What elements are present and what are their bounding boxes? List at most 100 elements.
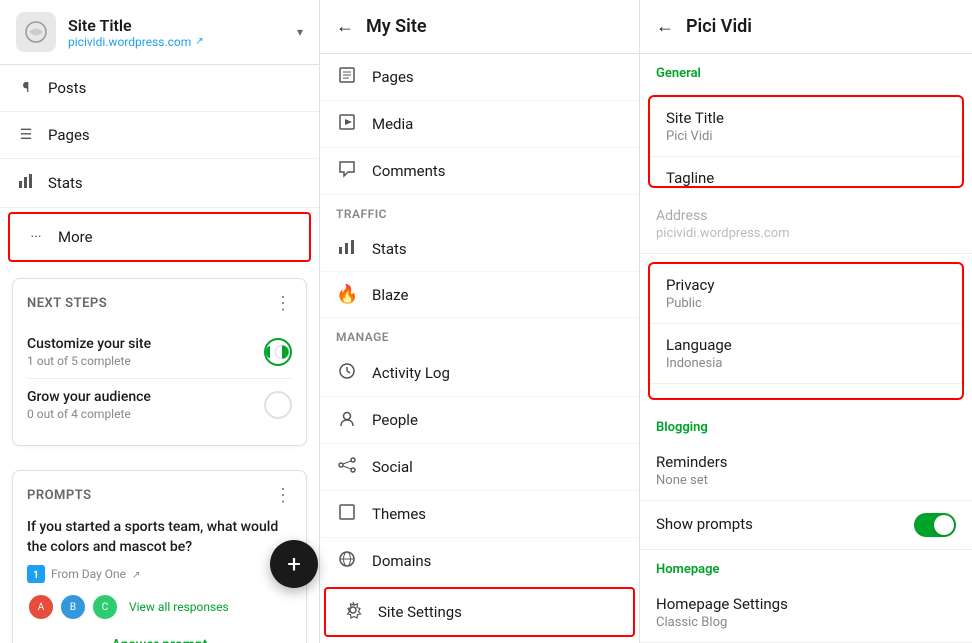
view-all-link[interactable]: View all responses — [129, 600, 229, 614]
setting-label-homepage: Homepage Settings — [656, 595, 956, 613]
menu-item-domains[interactable]: Domains — [320, 538, 639, 585]
site-url: picividi.wordpress.com ↗ — [68, 35, 285, 49]
prompts-question: If you started a sports team, what would… — [27, 518, 292, 557]
settings-icon — [342, 601, 364, 623]
step-customize[interactable]: Customize your site 1 out of 5 complete — [27, 326, 292, 379]
pages-icon — [336, 66, 358, 88]
setting-reminders[interactable]: Reminders None set — [640, 441, 972, 501]
middle-panel: ← My Site Pages Media Comments Traffic — [320, 0, 640, 643]
middle-panel-title: My Site — [366, 16, 427, 37]
manage-section-label: Manage — [320, 318, 639, 350]
setting-value-language: Indonesia — [666, 356, 946, 371]
step-subtitle-customize: 1 out of 5 complete — [27, 354, 151, 368]
setting-label-timezone: Timezone — [666, 396, 946, 400]
menu-item-social[interactable]: Social — [320, 444, 639, 491]
setting-language[interactable]: Language Indonesia — [650, 324, 962, 384]
general-settings-group: Site Title Pici Vidi Tagline Apa Saja Ad… — [648, 95, 964, 188]
prompt-avatars: A B C View all responses — [27, 593, 292, 621]
right-panel: ← Pici Vidi General Site Title Pici Vidi… — [640, 0, 972, 643]
right-panel-header: ← Pici Vidi — [640, 0, 972, 54]
menu-section-traffic: Stats 🔥 Blaze — [320, 227, 639, 318]
back-arrow-icon[interactable]: ← — [336, 16, 354, 37]
prompts-header: Prompts ⋮ — [27, 485, 292, 506]
card-header: Next Steps ⋮ — [27, 293, 292, 314]
menu-label-pages: Pages — [372, 68, 414, 86]
nav-item-posts[interactable]: ¶ Posts — [0, 65, 319, 112]
site-icon — [16, 12, 56, 52]
step-subtitle-grow: 0 out of 4 complete — [27, 407, 151, 421]
setting-address[interactable]: Address picividi.wordpress.com — [640, 196, 972, 254]
setting-label-site-title: Site Title — [666, 109, 946, 127]
menu-label-media: Media — [372, 115, 413, 133]
themes-icon — [336, 503, 358, 525]
next-steps-menu[interactable]: ⋮ — [274, 293, 292, 314]
menu-section-manage: Activity Log People Social Themes Domain… — [320, 350, 639, 643]
menu-label-activity-log: Activity Log — [372, 364, 450, 382]
site-title: Site Title — [68, 16, 285, 35]
step-title-grow: Grow your audience — [27, 389, 151, 405]
next-steps-card: Next Steps ⋮ Customize your site 1 out o… — [12, 278, 307, 446]
menu-label-blaze: Blaze — [372, 286, 408, 304]
pages-icon: ☰ — [16, 127, 36, 143]
stats-icon — [336, 239, 358, 259]
menu-label-social: Social — [372, 458, 413, 476]
nav-label-posts: Posts — [48, 79, 86, 97]
back-arrow-icon-right[interactable]: ← — [656, 16, 674, 37]
menu-item-media[interactable]: Media — [320, 101, 639, 148]
nav-list: ¶ Posts ☰ Pages Stats ··· More — [0, 65, 319, 266]
setting-privacy[interactable]: Privacy Public — [650, 264, 962, 324]
menu-item-people[interactable]: People — [320, 397, 639, 444]
show-prompts-toggle[interactable] — [914, 513, 956, 537]
menu-label-themes: Themes — [372, 505, 426, 523]
setting-value-reminders: None set — [656, 473, 956, 488]
activity-log-icon — [336, 362, 358, 384]
external-icon: ↗ — [132, 570, 140, 581]
avatar-2: B — [59, 593, 87, 621]
prompts-menu[interactable]: ⋮ — [274, 485, 292, 506]
step-title-customize: Customize your site — [27, 336, 151, 352]
media-icon — [336, 113, 358, 135]
blaze-icon: 🔥 — [336, 284, 358, 305]
menu-item-site-settings[interactable]: Site Settings — [326, 589, 633, 635]
setting-timezone[interactable]: Timezone Jakarta — [650, 384, 962, 400]
setting-value-address: picividi.wordpress.com — [656, 226, 956, 241]
menu-item-activity-log[interactable]: Activity Log — [320, 350, 639, 397]
menu-label-stats: Stats — [372, 240, 407, 258]
fab-button[interactable]: + — [270, 540, 318, 588]
setting-label-tagline: Tagline — [666, 169, 946, 187]
domains-icon — [336, 550, 358, 572]
setting-homepage-settings[interactable]: Homepage Settings Classic Blog — [640, 583, 972, 643]
menu-item-wp-admin[interactable]: W WP Admin ↗ — [320, 639, 639, 643]
menu-item-pages[interactable]: Pages — [320, 54, 639, 101]
answer-prompt-button[interactable]: Answer prompt — [27, 629, 292, 643]
setting-tagline[interactable]: Tagline Apa Saja Ada! — [650, 157, 962, 188]
external-link-icon: ↗ — [195, 36, 203, 47]
menu-item-blaze[interactable]: 🔥 Blaze — [320, 272, 639, 318]
setting-label-language: Language — [666, 336, 946, 354]
avatar-1: A — [27, 593, 55, 621]
nav-item-more[interactable]: ··· More — [8, 212, 311, 262]
setting-value-site-title: Pici Vidi — [666, 129, 946, 144]
step-info-grow: Grow your audience 0 out of 4 complete — [27, 389, 151, 421]
prompts-title: Prompts — [27, 488, 92, 503]
nav-item-pages[interactable]: ☰ Pages — [0, 112, 319, 159]
nav-item-stats[interactable]: Stats — [0, 159, 319, 208]
step-grow[interactable]: Grow your audience 0 out of 4 complete — [27, 379, 292, 431]
setting-value-privacy: Public — [666, 296, 946, 311]
prompt-source-text: From Day One ↗ — [51, 567, 140, 581]
menu-item-comments[interactable]: Comments — [320, 148, 639, 195]
svg-text:1: 1 — [33, 570, 39, 581]
step-info: Customize your site 1 out of 5 complete — [27, 336, 151, 368]
general-section-label: General — [640, 54, 972, 87]
menu-item-stats[interactable]: Stats — [320, 227, 639, 272]
chevron-down-icon[interactable]: ▾ — [297, 25, 303, 39]
menu-item-themes[interactable]: Themes — [320, 491, 639, 538]
prompts-card: Prompts ⋮ If you started a sports team, … — [12, 470, 307, 643]
setting-site-title[interactable]: Site Title Pici Vidi — [650, 97, 962, 157]
middle-panel-header: ← My Site — [320, 0, 639, 54]
step-indicator-customize — [264, 338, 292, 366]
menu-label-comments: Comments — [372, 162, 446, 180]
site-info: Site Title picividi.wordpress.com ↗ — [68, 16, 285, 49]
stats-icon — [16, 173, 36, 193]
site-header[interactable]: Site Title picividi.wordpress.com ↗ ▾ — [0, 0, 319, 65]
